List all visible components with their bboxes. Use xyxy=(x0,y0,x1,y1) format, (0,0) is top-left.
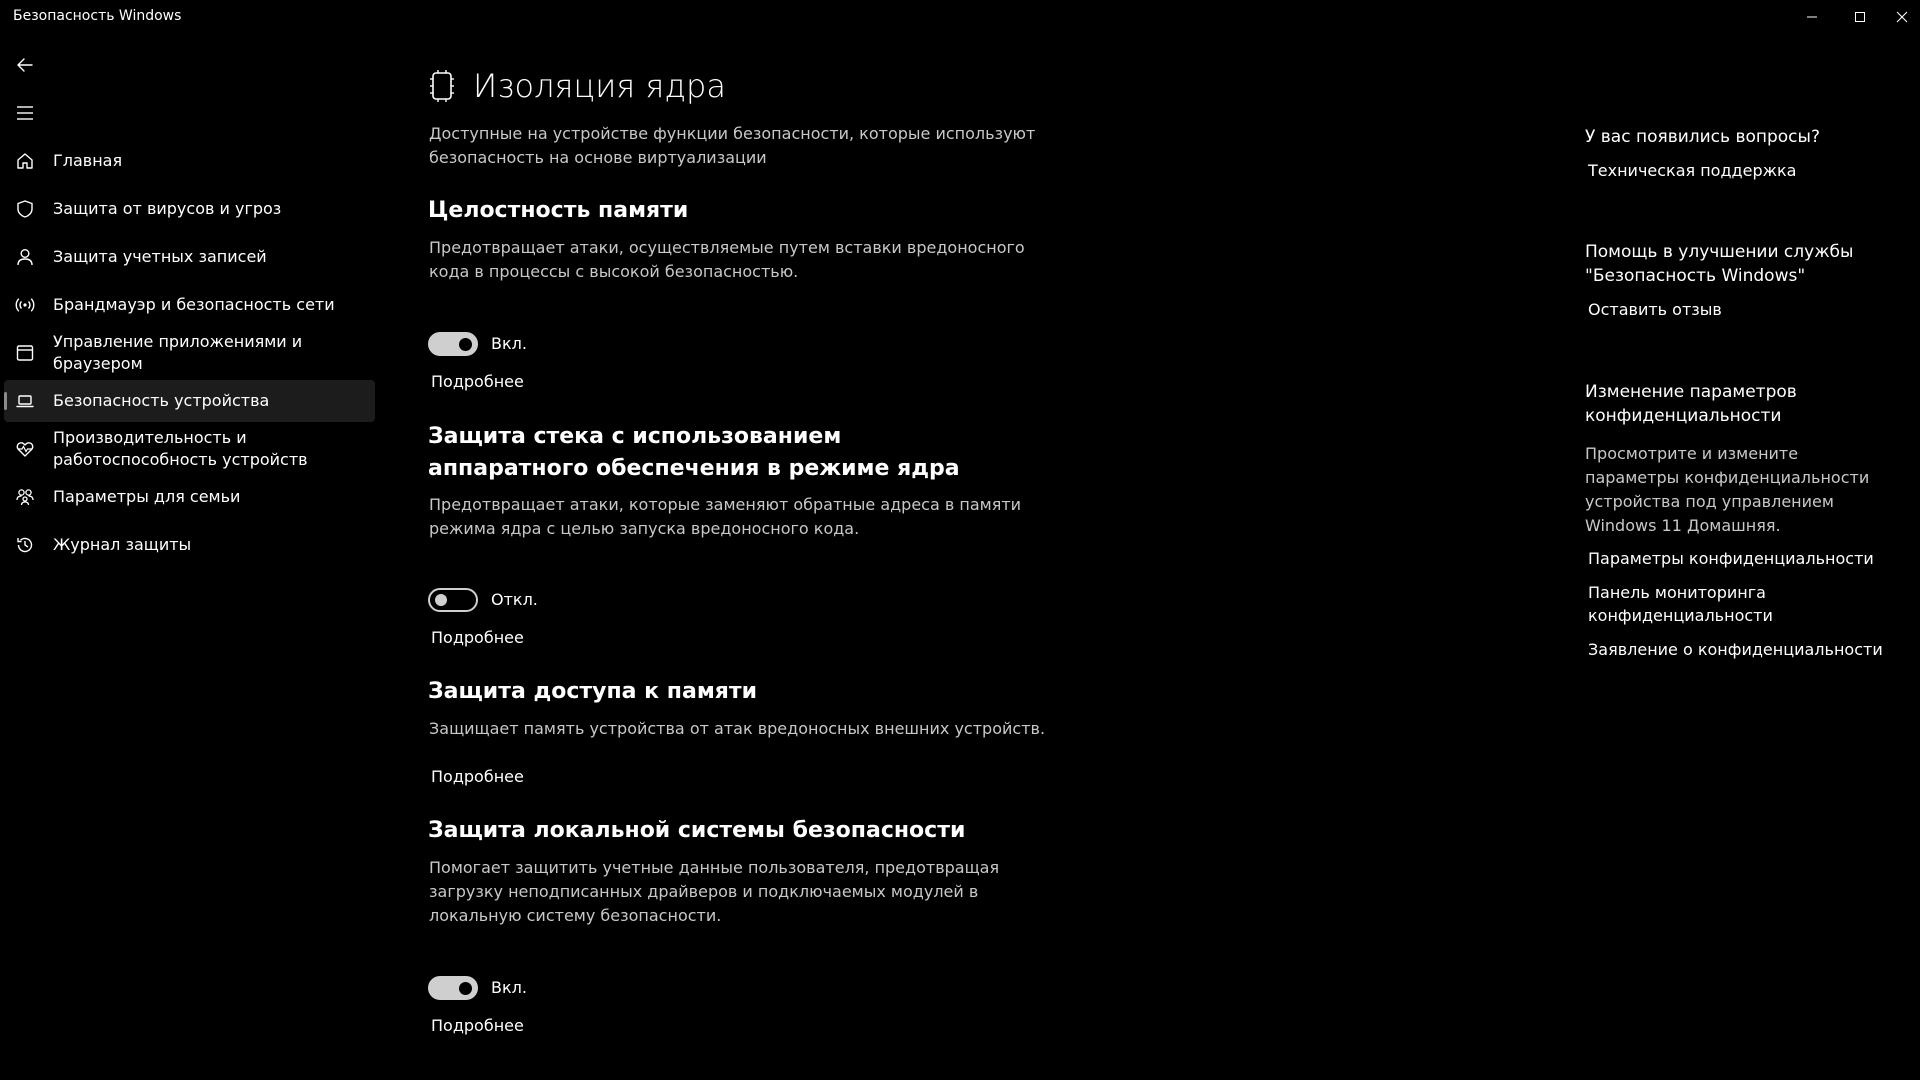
title-bar: Безопасность Windows xyxy=(0,0,1920,34)
sidebar-item-label: Брандмауэр и безопасность сети xyxy=(53,295,335,314)
sidebar-item-firewall[interactable]: Брандмауэр и безопасность сети xyxy=(4,284,375,326)
wifi-antenna-icon xyxy=(14,294,36,316)
app-browser-icon xyxy=(14,342,36,364)
sidebar-item-label: Безопасность устройства xyxy=(53,391,270,410)
toggle-knob xyxy=(459,982,472,995)
improve-heading: Помощь в улучшении службы "Безопасность … xyxy=(1585,242,1854,286)
close-button[interactable] xyxy=(1884,0,1920,34)
active-indicator xyxy=(4,392,7,410)
privacy-dashboard-link[interactable]: Панель мониторинга конфиденциальности xyxy=(1588,581,1828,627)
page-title: Изоляция ядра xyxy=(473,67,726,105)
privacy-description: Просмотрите и измените параметры конфиде… xyxy=(1585,444,1870,535)
window-title: Безопасность Windows xyxy=(13,8,182,24)
memory-access-learn-more-link[interactable]: Подробнее xyxy=(431,766,524,788)
section-desc-memory-integrity: Предотвращает атаки, осуществляемые путе… xyxy=(429,238,1025,281)
sidebar-item-device-performance[interactable]: Производительность и работоспособность у… xyxy=(4,424,375,474)
stack-protection-learn-more-link[interactable]: Подробнее xyxy=(431,627,524,649)
hamburger-menu-button[interactable] xyxy=(8,96,42,130)
sidebar-item-app-browser-control[interactable]: Управление приложениями и браузером xyxy=(4,328,375,378)
page-header-icon-wrap xyxy=(428,64,456,108)
memory-integrity-toggle-row: Вкл. xyxy=(428,331,527,357)
sidebar-item-label: Параметры для семьи xyxy=(53,487,241,506)
privacy-heading: Изменение параметров конфиденциальности xyxy=(1585,382,1797,426)
laptop-icon xyxy=(14,390,36,412)
sidebar-item-label: Управление приложениями и браузером xyxy=(53,332,303,373)
section-desc-stack-protection: Предотвращает атаки, которые заменяют об… xyxy=(429,495,1022,538)
maximize-icon xyxy=(1855,12,1865,22)
lsa-protection-toggle[interactable] xyxy=(428,976,478,1000)
section-title-lsa-protection: Защита локальной системы безопасности xyxy=(428,818,966,843)
hamburger-icon xyxy=(17,106,33,120)
questions-heading: У вас появились вопросы? xyxy=(1585,127,1820,147)
section-desc-memory-access-protection: Защищает память устройства от атак вредо… xyxy=(429,719,1046,738)
section-title-stack-protection: Защита стека с использованием аппаратног… xyxy=(428,424,960,481)
back-arrow-icon xyxy=(17,58,33,72)
stack-protection-toggle-row: Откл. xyxy=(428,587,538,613)
lsa-protection-learn-more-link[interactable]: Подробнее xyxy=(431,1015,524,1037)
privacy-settings-link[interactable]: Параметры конфиденциальности xyxy=(1588,547,1908,570)
page-intro: Доступные на устройстве функции безопасн… xyxy=(429,124,1036,167)
stack-protection-toggle[interactable] xyxy=(428,588,478,612)
toggle-state-label: Откл. xyxy=(491,590,538,609)
sidebar-item-label: Защита от вирусов и угроз xyxy=(53,199,282,218)
heart-pulse-icon xyxy=(14,438,36,460)
sidebar-item-family-options[interactable]: Параметры для семьи xyxy=(4,476,375,518)
toggle-state-label: Вкл. xyxy=(491,978,527,997)
toggle-knob xyxy=(435,594,447,606)
memory-integrity-learn-more-link[interactable]: Подробнее xyxy=(431,371,524,393)
windows-security-window: Безопасность Windows Главная Защита от в xyxy=(0,0,1920,1080)
back-button[interactable] xyxy=(8,48,42,82)
home-icon xyxy=(14,150,36,172)
person-icon xyxy=(14,246,36,268)
history-icon xyxy=(14,534,36,556)
tech-support-link[interactable]: Техническая поддержка xyxy=(1588,159,1908,182)
sidebar-item-label: Журнал защиты xyxy=(53,535,192,554)
toggle-knob xyxy=(459,338,472,351)
feedback-link[interactable]: Оставить отзыв xyxy=(1588,298,1908,321)
section-title-memory-access-protection: Защита доступа к памяти xyxy=(428,679,758,704)
sidebar-item-label: Защита учетных записей xyxy=(53,247,267,266)
sidebar-item-label: Главная xyxy=(53,151,123,170)
sidebar-item-virus-protection[interactable]: Защита от вирусов и угроз xyxy=(4,188,375,230)
sidebar-item-home[interactable]: Главная xyxy=(4,140,375,182)
sidebar-item-label: Производительность и работоспособность у… xyxy=(53,428,308,469)
close-icon xyxy=(1896,11,1908,23)
family-icon xyxy=(14,486,36,508)
sidebar-item-protection-history[interactable]: Журнал защиты xyxy=(4,524,375,566)
memory-integrity-toggle[interactable] xyxy=(428,332,478,356)
minimize-button[interactable] xyxy=(1788,0,1836,34)
section-title-memory-integrity: Целостность памяти xyxy=(428,198,689,223)
maximize-button[interactable] xyxy=(1836,0,1884,34)
sidebar-item-device-security[interactable]: Безопасность устройства xyxy=(4,380,375,422)
section-desc-lsa-protection: Помогает защитить учетные данные пользов… xyxy=(429,858,1000,925)
lsa-protection-toggle-row: Вкл. xyxy=(428,975,527,1001)
chip-icon xyxy=(430,70,454,102)
shield-icon xyxy=(14,198,36,220)
privacy-statement-link[interactable]: Заявление о конфиденциальности xyxy=(1588,638,1908,661)
toggle-state-label: Вкл. xyxy=(491,334,527,353)
minimize-icon xyxy=(1807,16,1817,18)
sidebar-item-account-protection[interactable]: Защита учетных записей xyxy=(4,236,375,278)
